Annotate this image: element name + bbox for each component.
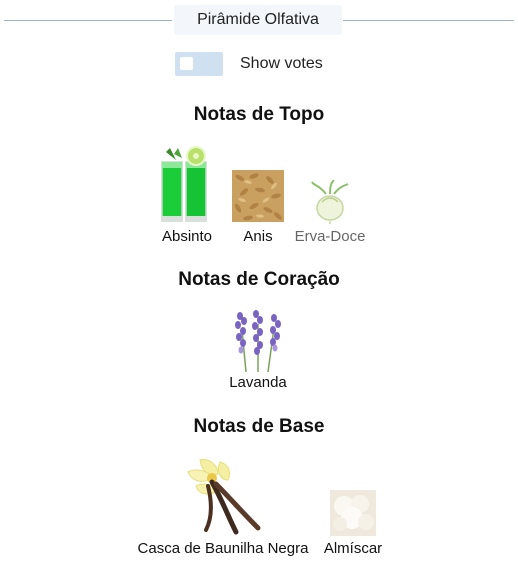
vanilla-flower-icon	[182, 456, 262, 540]
toggle-knob	[180, 57, 193, 70]
note-absinto[interactable]: Absinto	[154, 146, 220, 246]
note-erva-doce[interactable]: Erva-Doce	[290, 179, 370, 246]
note-label: Absinto	[161, 228, 213, 245]
header-divider-left	[4, 20, 172, 21]
note-casca-de-baunilha-negra[interactable]: Casca de Baunilha Negra	[130, 456, 316, 560]
musk-cotton-icon	[330, 490, 376, 540]
anise-seeds-icon	[232, 170, 284, 226]
note-label: Erva-Doce	[294, 228, 366, 245]
base-notes-title: Notas de Base	[193, 416, 325, 437]
pyramid-header: Pirâmide Olfativa	[0, 5, 518, 35]
note-label: Anis	[243, 228, 273, 245]
note-label: Almíscar	[323, 540, 383, 557]
note-lavanda[interactable]: Lavanda	[222, 310, 294, 394]
note-anis[interactable]: Anis	[230, 170, 286, 246]
show-votes-toggle[interactable]	[175, 52, 223, 76]
lavender-icon	[228, 310, 288, 376]
show-votes-label: Show votes	[240, 55, 323, 72]
note-label: Casca de Baunilha Negra	[137, 540, 309, 557]
top-notes-title: Notas de Topo	[193, 104, 325, 125]
header-divider-right	[343, 20, 514, 21]
absinthe-glasses-icon	[156, 146, 214, 228]
pyramid-title: Pirâmide Olfativa	[174, 5, 342, 35]
note-almiscar[interactable]: Almíscar	[318, 490, 388, 560]
fennel-bulb-icon	[308, 179, 352, 228]
heart-notes-title: Notas de Coração	[178, 269, 340, 290]
note-label: Lavanda	[229, 374, 287, 391]
